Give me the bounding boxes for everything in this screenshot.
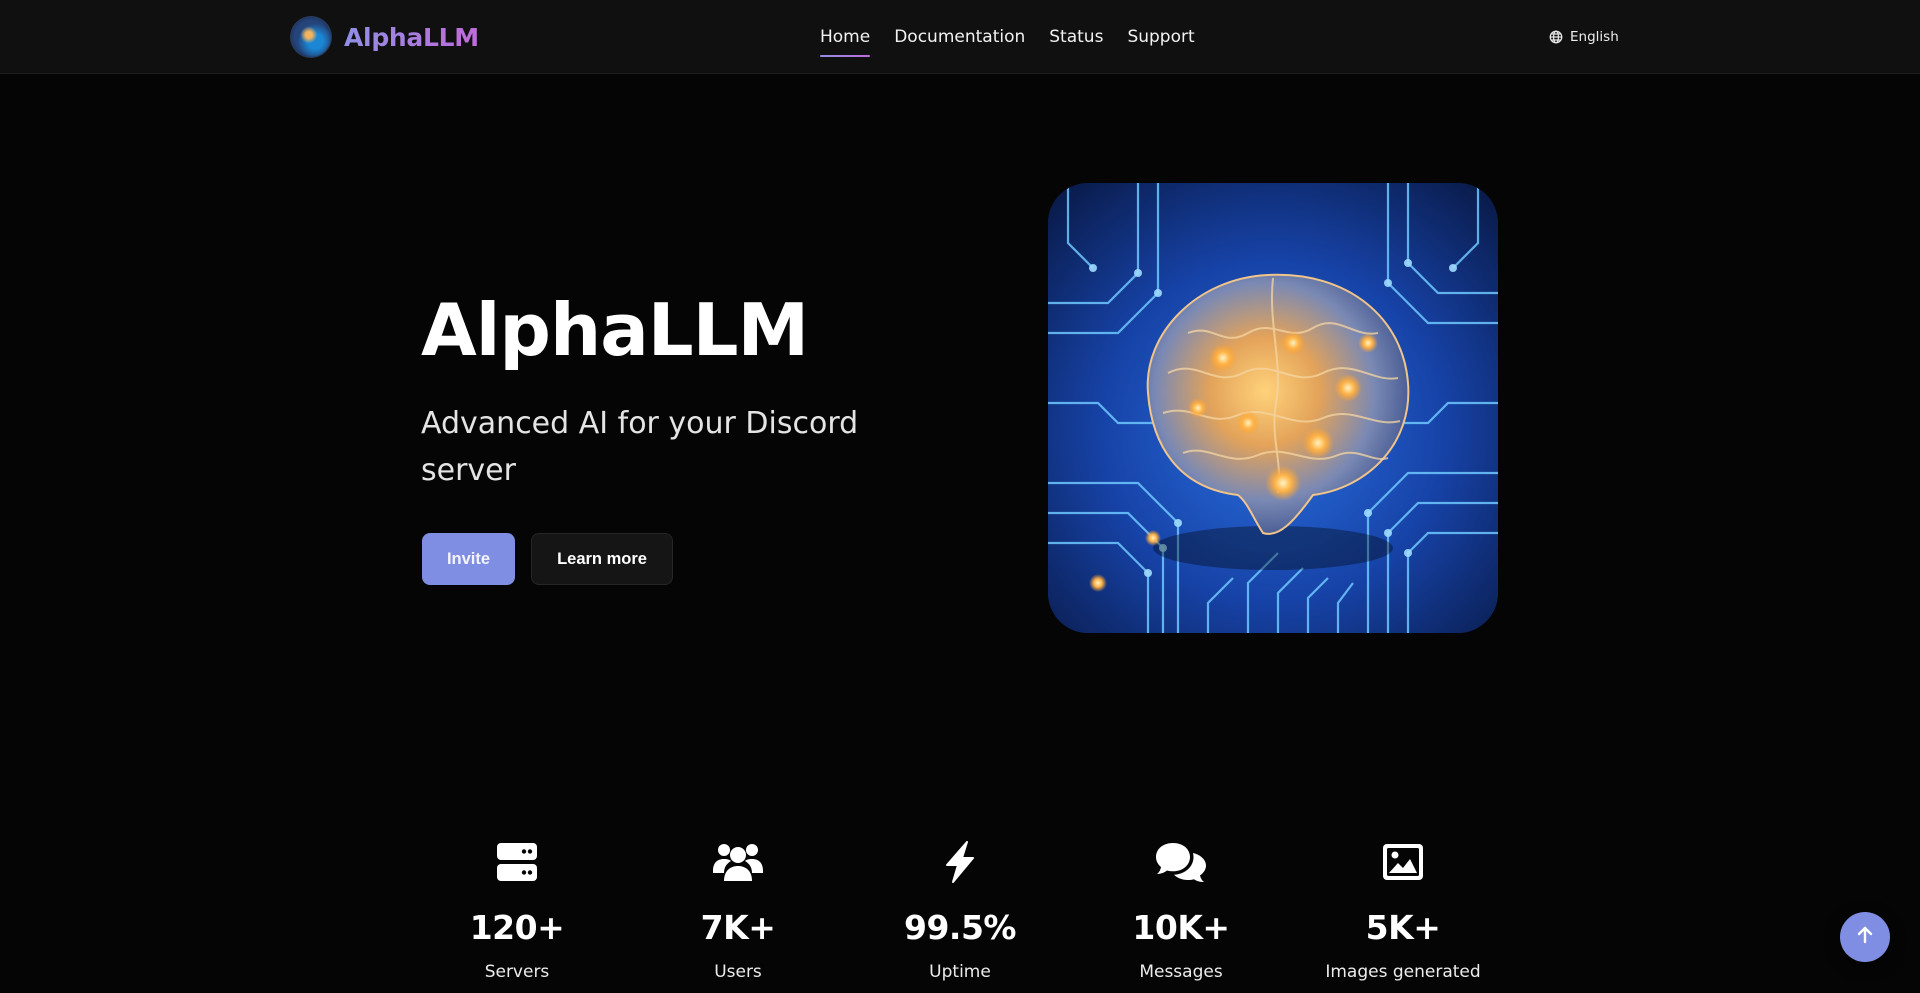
nav-home[interactable]: Home xyxy=(820,19,871,57)
stat-users: 7K+ Users xyxy=(628,838,848,983)
back-to-top-button[interactable] xyxy=(1840,912,1890,962)
brand-logo-icon xyxy=(290,16,332,58)
stat-value: 99.5% xyxy=(904,908,1017,947)
stat-label: Servers xyxy=(484,962,550,982)
brand-name: AlphaLLM xyxy=(344,22,479,52)
stat-label: Messages xyxy=(1139,962,1223,982)
stat-label: Images generated xyxy=(1325,962,1481,982)
users-icon xyxy=(712,838,764,886)
invite-button[interactable]: Invite xyxy=(422,533,515,585)
main-nav: Home Documentation Status Support xyxy=(820,0,1195,74)
hero-brain-image xyxy=(1048,183,1498,633)
stat-images: 5K+ Images generated xyxy=(1293,838,1513,983)
image-icon xyxy=(1382,838,1424,886)
stat-label: Users xyxy=(714,962,762,982)
nav-documentation[interactable]: Documentation xyxy=(894,19,1025,55)
stat-value: 10K+ xyxy=(1132,908,1230,947)
hero-title: AlphaLLM xyxy=(421,288,809,372)
stat-value: 7K+ xyxy=(700,908,776,947)
nav-status[interactable]: Status xyxy=(1049,19,1103,55)
stat-servers: 120+ Servers xyxy=(407,838,627,983)
stat-uptime: 99.5% Uptime xyxy=(850,838,1070,983)
server-icon xyxy=(496,838,538,886)
learn-more-button[interactable]: Learn more xyxy=(531,533,673,585)
arrow-up-icon xyxy=(1855,925,1875,949)
comments-icon xyxy=(1155,838,1207,886)
bolt-icon xyxy=(943,838,977,886)
hero-subtitle: Advanced AI for your Discord server xyxy=(421,406,859,488)
site-header: AlphaLLM Home Documentation Status Suppo… xyxy=(0,0,1920,74)
language-selector[interactable]: English xyxy=(1549,26,1619,48)
stat-label: Uptime xyxy=(929,962,991,982)
stat-value: 120+ xyxy=(469,908,565,947)
globe-icon xyxy=(1549,30,1563,44)
stat-messages: 10K+ Messages xyxy=(1071,838,1291,983)
nav-support[interactable]: Support xyxy=(1127,19,1194,55)
brand-home-link[interactable]: AlphaLLM xyxy=(290,16,479,58)
language-label: English xyxy=(1570,29,1619,45)
stat-value: 5K+ xyxy=(1365,908,1441,947)
